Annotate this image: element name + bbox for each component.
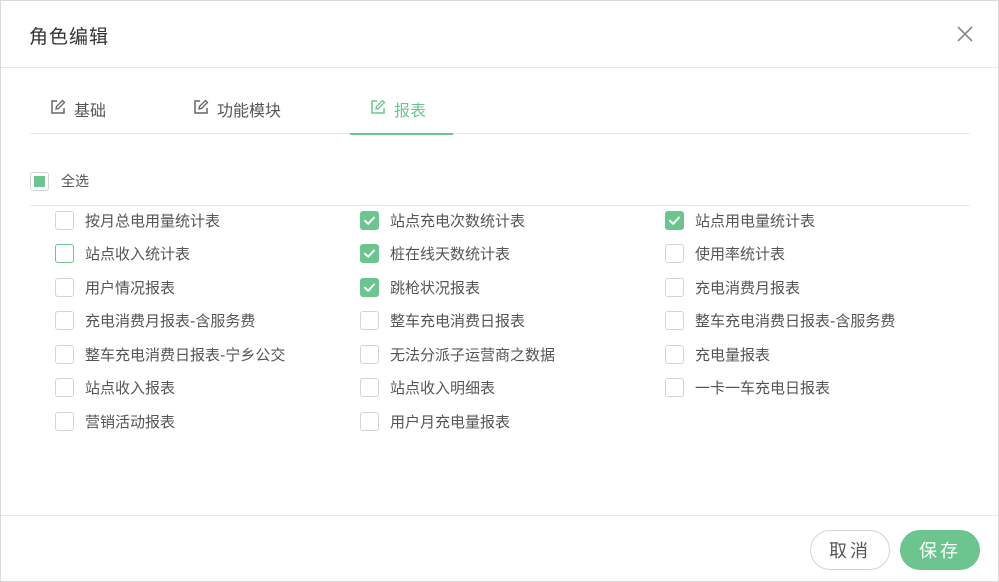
checkbox-unchecked[interactable] (665, 345, 684, 364)
dialog-header: 角色编辑 (1, 1, 998, 68)
report-label: 无法分派子运营商之数据 (390, 346, 556, 364)
checkbox-unchecked[interactable] (360, 311, 379, 330)
report-checkbox-item[interactable]: 整车充电消费日报表-含服务费 (665, 310, 895, 331)
cancel-button[interactable]: 取消 (810, 530, 890, 570)
report-checkbox-item[interactable]: 用户情况报表 (55, 277, 175, 298)
select-all-label: 全选 (61, 174, 89, 190)
report-label: 站点收入统计表 (85, 245, 191, 263)
report-label: 充电消费月报表-含服务费 (85, 312, 256, 330)
report-checkbox-item[interactable]: 站点充电次数统计表 (360, 210, 525, 231)
report-checkbox-item[interactable]: 站点收入明细表 (360, 377, 495, 398)
dialog-title: 角色编辑 (29, 26, 110, 48)
report-checkbox-item[interactable]: 站点收入报表 (55, 377, 175, 398)
report-checkbox-item[interactable]: 跳枪状况报表 (360, 277, 480, 298)
report-label: 站点充电次数统计表 (390, 212, 526, 230)
checkbox-unchecked[interactable] (665, 278, 684, 297)
report-checkbox-item[interactable]: 营销活动报表 (55, 411, 175, 432)
report-label: 充电消费月报表 (695, 279, 801, 297)
report-checkbox-item[interactable]: 站点用电量统计表 (665, 210, 815, 231)
report-label: 整车充电消费日报表-宁乡公交 (85, 346, 286, 364)
tab-basic[interactable]: 基础 (50, 89, 106, 134)
report-label: 用户月充电量报表 (390, 413, 511, 431)
report-checkbox-item[interactable]: 充电量报表 (665, 344, 770, 365)
checkbox-checked[interactable] (665, 211, 684, 230)
checkbox-unchecked[interactable] (55, 378, 74, 397)
report-label: 整车充电消费日报表 (390, 312, 526, 330)
checkbox-unchecked[interactable] (55, 311, 74, 330)
checkbox-unchecked[interactable] (55, 211, 74, 230)
checkmark-icon (364, 283, 375, 292)
report-label: 营销活动报表 (85, 413, 176, 431)
report-checkbox-item[interactable]: 无法分派子运营商之数据 (360, 344, 555, 365)
report-label: 站点收入明细表 (390, 379, 496, 397)
tab-reports[interactable]: 报表 (350, 89, 453, 135)
checkbox-unchecked[interactable] (360, 378, 379, 397)
checkbox-checked[interactable] (360, 244, 379, 263)
checkbox-unchecked[interactable] (360, 345, 379, 364)
checkmark-icon (364, 216, 375, 225)
report-checkbox-item[interactable]: 整车充电消费日报表 (360, 310, 525, 331)
report-label: 桩在线天数统计表 (390, 245, 511, 263)
report-checkbox-item[interactable]: 站点收入统计表 (55, 243, 190, 264)
report-checkbox-item[interactable]: 用户月充电量报表 (360, 411, 510, 432)
checkbox-checked[interactable] (360, 278, 379, 297)
report-checkbox-item[interactable]: 桩在线天数统计表 (360, 243, 510, 264)
edit-icon (194, 99, 209, 114)
report-label: 站点收入报表 (85, 379, 176, 397)
tab-function-modules[interactable]: 功能模块 (193, 89, 281, 134)
checkbox-checked[interactable] (360, 211, 379, 230)
checkbox-unchecked[interactable] (665, 378, 684, 397)
report-label: 用户情况报表 (85, 279, 176, 297)
report-checkbox-item[interactable]: 整车充电消费日报表-宁乡公交 (55, 344, 285, 365)
role-edit-dialog: 角色编辑 基础 功能模块 报表 全选 按月总电用量统计表 站点充电次数统计表 站… (0, 0, 999, 582)
tab-bar: 基础 功能模块 报表 (30, 89, 970, 135)
checkbox-unchecked[interactable] (55, 278, 74, 297)
checkbox-unchecked[interactable] (360, 412, 379, 431)
edit-icon (51, 99, 66, 114)
report-checkbox-item[interactable]: 按月总电用量统计表 (55, 210, 220, 231)
save-button[interactable]: 保存 (900, 530, 980, 570)
checkbox-unchecked[interactable] (665, 244, 684, 263)
report-label: 一卡一车充电日报表 (695, 379, 831, 397)
report-checkbox-item[interactable]: 充电消费月报表 (665, 277, 800, 298)
report-label: 充电量报表 (695, 346, 771, 364)
report-label: 按月总电用量统计表 (85, 212, 221, 230)
checkmark-icon (669, 216, 680, 225)
dialog-footer: 取消 保存 (1, 515, 998, 582)
report-checkbox-item[interactable]: 使用率统计表 (665, 243, 785, 264)
checkbox-indeterminate[interactable] (30, 171, 49, 191)
edit-icon (371, 99, 386, 114)
checkbox-unchecked[interactable] (55, 345, 74, 364)
report-checkbox-item[interactable]: 充电消费月报表-含服务费 (55, 310, 255, 331)
checkbox-unchecked[interactable] (55, 412, 74, 431)
checkbox-unchecked[interactable] (55, 244, 74, 263)
report-label: 整车充电消费日报表-含服务费 (695, 312, 896, 330)
report-label: 站点用电量统计表 (695, 212, 816, 230)
report-label: 使用率统计表 (695, 245, 786, 263)
close-icon[interactable] (956, 25, 974, 43)
checkmark-icon (364, 249, 375, 258)
report-label: 跳枪状况报表 (390, 279, 481, 297)
report-checkbox-item[interactable]: 一卡一车充电日报表 (665, 377, 830, 398)
tab-label: 基础 (74, 101, 107, 120)
select-all-checkbox[interactable]: 全选 (30, 171, 89, 191)
tab-label: 功能模块 (217, 101, 282, 120)
divider (30, 205, 970, 206)
checkbox-unchecked[interactable] (665, 311, 684, 330)
tab-label: 报表 (394, 101, 427, 120)
